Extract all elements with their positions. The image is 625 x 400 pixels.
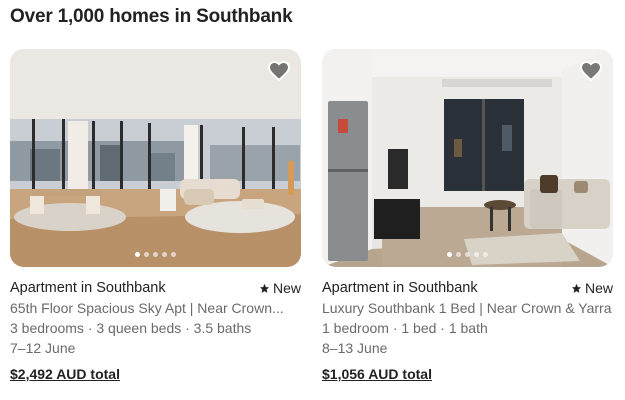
pagination-dot [171,252,176,257]
listing-name: 65th Floor Spacious Sky Apt | Near Crown… [10,300,284,316]
pagination-dot [162,252,167,257]
pagination-dot [153,252,158,257]
listing-photo[interactable] [10,49,301,267]
listing-details: 3 bedrooms · 3 queen beds · 3.5 baths [10,320,252,336]
listing-card[interactable]: Apartment in Southbank New 65th Floor Sp… [10,49,301,384]
badge-label: New [272,280,301,296]
pagination-dot [456,252,461,257]
star-icon [259,283,270,293]
listing-name: Luxury Southbank 1 Bed | Near Crown & Ya… [322,300,612,316]
photo-pagination [322,252,613,257]
listing-dates: 8–13 June [322,340,388,356]
pagination-dot [135,252,140,257]
pagination-dot [144,252,149,257]
photo-pagination [10,252,301,257]
pagination-dot [465,252,470,257]
listing-price[interactable]: $2,492 AUD total [10,364,120,384]
badge-label: New [584,280,613,296]
heart-icon[interactable] [579,59,603,83]
listing-type: Apartment in Southbank [322,280,478,296]
listing-card[interactable]: Apartment in Southbank New Luxury Southb… [322,49,613,384]
heart-icon[interactable] [267,59,291,83]
listing-photo[interactable] [322,49,613,267]
apartment-photo [322,49,613,267]
listing-dates: 7–12 June [10,340,76,356]
pagination-dot [474,252,479,257]
living-room-photo [10,49,301,267]
new-badge: New [571,278,613,298]
listing-type: Apartment in Southbank [10,280,166,296]
listing-details: 1 bedroom · 1 bed · 1 bath [322,320,488,336]
star-icon [571,283,582,293]
pagination-dot [447,252,452,257]
pagination-dot [483,252,488,257]
page-heading: Over 1,000 homes in Southbank [10,6,293,27]
new-badge: New [259,278,301,298]
listing-price[interactable]: $1,056 AUD total [322,364,432,384]
